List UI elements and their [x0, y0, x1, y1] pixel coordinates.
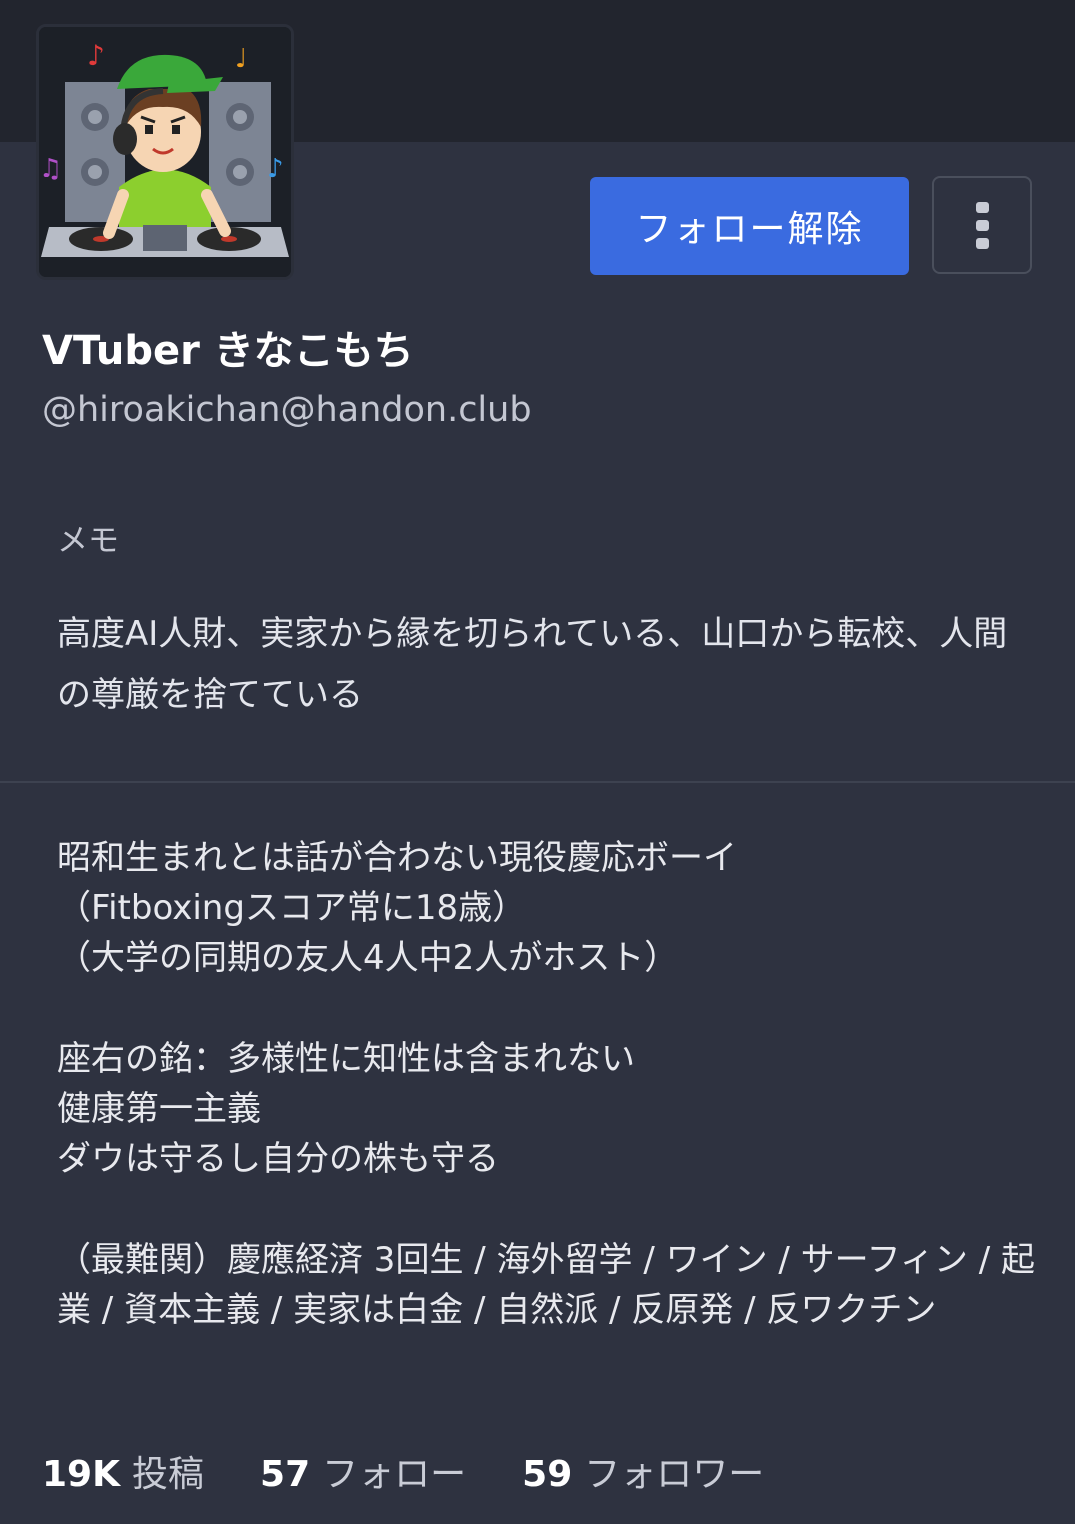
- bio-line: （Fitboxingスコア常に18歳）: [57, 888, 527, 928]
- svg-text:♩: ♩: [235, 44, 247, 74]
- memo-text[interactable]: 高度AI人財、実家から縁を切られている、山口から転校、人間の尊厳を捨てている: [57, 604, 1017, 726]
- unfollow-button[interactable]: フォロー解除: [590, 177, 909, 275]
- followers-count: 59: [522, 1454, 573, 1495]
- more-options-button[interactable]: [932, 176, 1032, 274]
- bio-line: （大学の同期の友人4人中2人がホスト）: [57, 938, 679, 978]
- profile-stats: 19K 投稿 57 フォロー 59 フォロワー: [42, 1445, 764, 1497]
- following-count: 57: [260, 1454, 311, 1495]
- divider: [0, 781, 1075, 783]
- bio-line: 座右の銘：多様性に知性は含まれない: [57, 1039, 635, 1079]
- bio-line: 昭和生まれとは話が合わない現役慶応ボーイ: [57, 838, 737, 878]
- posts-stat[interactable]: 19K 投稿: [42, 1445, 204, 1497]
- account-handle[interactable]: @hiroakichan@handon.club: [42, 390, 532, 430]
- display-name: VTuber きなこもち: [42, 328, 414, 374]
- following-stat[interactable]: 57 フォロー: [260, 1445, 466, 1497]
- more-vertical-icon-dot: [975, 219, 989, 231]
- profile-bio: 昭和生まれとは話が合わない現役慶応ボーイ （Fitboxingスコア常に18歳）…: [57, 833, 1037, 1335]
- svg-text:♫: ♫: [39, 154, 62, 184]
- followers-label: フォロワー: [584, 1454, 765, 1495]
- svg-text:♪: ♪: [87, 39, 105, 72]
- svg-text:♪: ♪: [267, 154, 284, 184]
- posts-label: 投稿: [132, 1454, 205, 1495]
- following-label: フォロー: [322, 1454, 467, 1495]
- memo-label: メモ: [57, 523, 119, 559]
- profile-avatar[interactable]: ♪ ♩ ♫ ♪: [36, 24, 294, 280]
- bio-tags: （最難関）慶應経済 3回生 / 海外留学 / ワイン / サーフィン / 起業 …: [57, 1240, 1035, 1330]
- bio-line: 健康第一主義: [57, 1089, 261, 1129]
- followers-stat[interactable]: 59 フォロワー: [522, 1445, 764, 1497]
- more-vertical-icon: [975, 201, 989, 213]
- bio-line: ダウは守るし自分の株も守る: [57, 1139, 499, 1179]
- dj-character-avatar-icon: ♪ ♩ ♫ ♪: [39, 27, 291, 277]
- posts-count: 19K: [42, 1454, 120, 1495]
- more-vertical-icon-dot: [975, 237, 989, 249]
